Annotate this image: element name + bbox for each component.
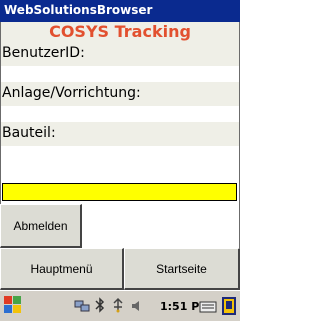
keyboard-icon[interactable] (199, 299, 217, 313)
start-menu-icon[interactable] (4, 296, 22, 314)
window-title: WebSolutionsBrowser (4, 3, 153, 17)
benutzerid-field[interactable] (1, 66, 239, 82)
usb-icon[interactable] (110, 297, 126, 313)
home-button[interactable]: Startseite (124, 248, 240, 290)
desktop-icon[interactable] (222, 297, 236, 315)
network-icon[interactable] (74, 298, 90, 312)
logout-button[interactable]: Abmelden (0, 204, 82, 248)
taskbar: 1:51 PM (0, 290, 240, 321)
anlage-field[interactable] (1, 106, 239, 122)
anlage-label: Anlage/Vorrichtung: (2, 85, 141, 101)
benutzerid-label: BenutzerID: (2, 45, 85, 61)
bluetooth-icon[interactable] (94, 297, 106, 313)
page-title: COSYS Tracking (49, 22, 191, 41)
scan-input[interactable] (2, 183, 237, 201)
bauteil-label: Bauteil: (2, 125, 56, 141)
volume-icon[interactable] (130, 298, 144, 312)
bauteil-field[interactable] (1, 146, 239, 180)
main-menu-button[interactable]: Hauptmenü (0, 248, 124, 290)
window-titlebar: WebSolutionsBrowser (0, 0, 240, 22)
